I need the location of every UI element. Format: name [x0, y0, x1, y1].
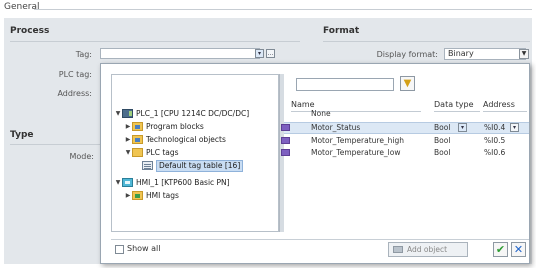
list-item-address[interactable]: %I0.6 [484, 147, 505, 159]
plc-icon [122, 109, 133, 118]
list-item-data-type[interactable]: Bool [434, 147, 450, 159]
collapsed-arrow-icon[interactable]: ▶ [124, 120, 132, 133]
tree-item-hmi1[interactable]: ▼ HMI_1 [KTP600 Basic PN] [114, 176, 230, 189]
list-item-address[interactable]: %I0.5 [484, 135, 505, 147]
popup-bottom-divider [111, 239, 529, 240]
tag-browse-button[interactable]: … [266, 49, 275, 58]
add-object-icon [393, 246, 403, 253]
tag-table-icon [142, 161, 153, 170]
list-item-address[interactable]: %I0.4 [484, 122, 505, 134]
ok-button[interactable]: ✔ [493, 242, 508, 257]
format-section-title: Format [323, 26, 360, 36]
type-section-title: Type [10, 130, 34, 140]
address-select-button[interactable]: ▾ [510, 123, 519, 132]
folder-icon [132, 122, 143, 131]
tree-item-label: Program blocks [146, 122, 204, 131]
tree-item-hmi-tags[interactable]: ▶ HMI tags [124, 189, 179, 202]
tag-input[interactable] [100, 48, 260, 59]
display-format-select[interactable]: Binary [444, 48, 526, 60]
list-item-name[interactable]: None [311, 108, 331, 120]
tree-item-plc-tags[interactable]: ▼ PLC tags [124, 146, 179, 159]
tree-item-default-tag-table[interactable]: Default tag table [16] [142, 159, 244, 172]
data-type-select-button[interactable]: ▾ [458, 123, 467, 132]
add-object-button[interactable]: Add object [388, 242, 468, 257]
mode-label: Mode: [69, 152, 95, 161]
tree-item-label: HMI tags [146, 191, 179, 200]
show-all-checkbox[interactable] [115, 245, 124, 254]
tag-label: Tag: [75, 50, 92, 59]
tag-icon [281, 137, 290, 144]
tree-item-label: HMI_1 [KTP600 Basic PN] [136, 178, 230, 187]
filter-icon[interactable]: ▼ [400, 76, 415, 91]
general-divider [34, 9, 532, 10]
address-label: Address: [57, 89, 92, 98]
process-section-title: Process [10, 26, 50, 36]
filter-input[interactable] [296, 78, 394, 91]
hmi-icon [122, 178, 133, 187]
list-item-data-type[interactable]: Bool [434, 135, 450, 147]
folder-icon [132, 191, 143, 200]
tree-item-label: PLC tags [146, 148, 179, 157]
tree-item-program-blocks[interactable]: ▶ Program blocks [124, 120, 204, 133]
process-divider [10, 41, 300, 42]
checkmark-icon: ✔ [495, 243, 506, 256]
expanded-arrow-icon[interactable]: ▼ [114, 176, 122, 189]
expanded-arrow-icon[interactable]: ▼ [124, 146, 132, 159]
tree-item-plc1[interactable]: ▼ PLC_1 [CPU 1214C DC/DC/DC] [114, 107, 249, 120]
tag-icon [281, 124, 290, 131]
folder-icon [132, 135, 143, 144]
display-format-label: Display format: [376, 50, 438, 59]
type-divider [10, 144, 100, 145]
tree-item-label: Technological objects [146, 135, 226, 144]
tree-item-label: PLC_1 [CPU 1214C DC/DC/DC] [136, 109, 250, 118]
tree-item-label: Default tag table [16] [156, 159, 244, 172]
show-all-label: Show all [127, 244, 161, 253]
collapsed-arrow-icon[interactable]: ▶ [124, 133, 132, 146]
cancel-button[interactable]: ✕ [511, 242, 526, 257]
tree-item-technological-objects[interactable]: ▶ Technological objects [124, 133, 226, 146]
plc-tag-label: PLC tag: [58, 70, 92, 79]
format-divider [323, 41, 530, 42]
general-section-label: General [4, 2, 40, 12]
column-header-address[interactable]: Address [483, 98, 527, 112]
list-item-data-type[interactable]: Bool [434, 122, 450, 134]
tag-icon [281, 149, 290, 156]
column-header-data-type[interactable]: Data type [434, 98, 480, 112]
collapsed-arrow-icon[interactable]: ▶ [124, 189, 132, 202]
tag-select-button[interactable]: ▾ [255, 49, 264, 58]
list-item-name[interactable]: Motor_Temperature_low [311, 147, 401, 159]
tag-selection-popup: ▼ PLC_1 [CPU 1214C DC/DC/DC] ▶ Program b… [100, 63, 530, 264]
folder-icon [132, 148, 143, 157]
project-tree-pane: ▼ PLC_1 [CPU 1214C DC/DC/DC] ▶ Program b… [111, 74, 279, 232]
list-item-name[interactable]: Motor_Temperature_high [311, 135, 404, 147]
add-object-label: Add object [407, 245, 448, 254]
expanded-arrow-icon[interactable]: ▼ [114, 107, 122, 120]
display-format-dropdown-icon[interactable]: ▼ [519, 49, 529, 59]
list-item-name[interactable]: Motor_Status [311, 122, 360, 134]
close-icon: ✕ [513, 243, 524, 256]
